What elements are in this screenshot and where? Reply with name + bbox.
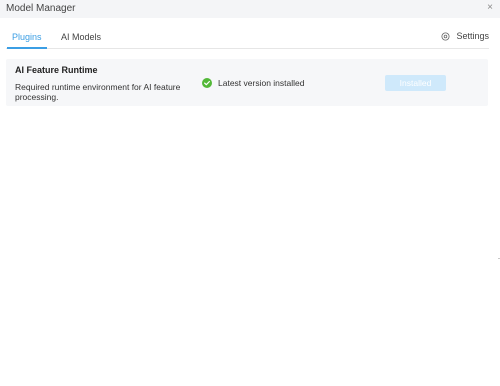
settings-label: Settings — [456, 31, 489, 41]
tab-ai-models[interactable]: AI Models — [61, 32, 101, 42]
plugin-name: AI Feature Runtime — [15, 65, 98, 75]
check-circle-icon — [202, 78, 212, 88]
plugin-status: Latest version installed — [202, 78, 304, 88]
installed-button[interactable]: Installed — [385, 75, 446, 91]
close-icon[interactable]: × — [487, 2, 493, 13]
settings-button[interactable]: Settings — [441, 31, 489, 41]
model-manager-window: Model Manager × Plugins AI Models Settin… — [0, 0, 500, 386]
plugin-card: AI Feature Runtime Required runtime envi… — [6, 59, 488, 106]
tab-plugins[interactable]: Plugins — [7, 32, 46, 49]
tab-bar: Plugins AI Models Settings — [6, 28, 489, 49]
gear-icon — [441, 31, 450, 41]
window-title: Model Manager — [6, 3, 76, 14]
status-text: Latest version installed — [218, 78, 305, 88]
title-bar: Model Manager × — [0, 0, 500, 18]
plugin-description: Required runtime environment for AI feat… — [15, 82, 181, 102]
